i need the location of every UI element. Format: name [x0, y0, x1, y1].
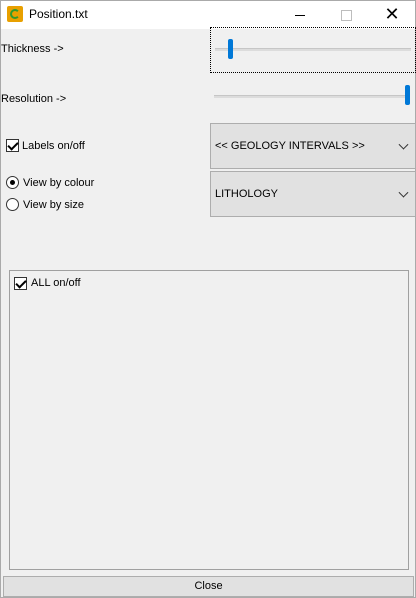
view-by-colour-label: View by colour	[23, 177, 95, 189]
window-title: Position.txt	[29, 7, 88, 21]
view-by-size-radio[interactable]	[6, 198, 19, 211]
resolution-label: Resolution ->	[1, 93, 67, 105]
checkmark-icon	[7, 139, 19, 151]
title-bar: Position.txt ✕	[1, 1, 415, 29]
intervals-dropdown-value: << GEOLOGY INTERVALS >>	[215, 140, 365, 152]
all-checkbox-label: ALL on/off	[31, 277, 81, 289]
interval-list-panel[interactable]: ALL on/off	[9, 270, 409, 570]
chevron-down-icon	[398, 139, 409, 150]
resolution-slider-thumb[interactable]	[405, 85, 410, 105]
app-logo-icon	[7, 6, 23, 22]
resolution-slider-track	[214, 95, 410, 98]
close-window-button[interactable]: ✕	[369, 1, 415, 29]
thickness-slider-track	[215, 48, 411, 51]
app-window: Position.txt ✕ Thickness -> Resolution -…	[0, 0, 416, 598]
labels-checkbox[interactable]	[6, 139, 19, 152]
all-checkbox[interactable]	[14, 277, 27, 290]
resolution-slider[interactable]	[210, 77, 416, 117]
view-by-colour-radio[interactable]	[6, 176, 19, 189]
property-dropdown-value: LITHOLOGY	[215, 188, 278, 200]
thickness-label: Thickness ->	[1, 43, 64, 55]
maximize-button	[323, 1, 369, 29]
thickness-slider[interactable]	[210, 27, 416, 73]
intervals-dropdown[interactable]: << GEOLOGY INTERVALS >>	[210, 123, 416, 169]
property-dropdown[interactable]: LITHOLOGY	[210, 171, 416, 217]
minimize-button[interactable]	[277, 1, 323, 29]
chevron-down-icon	[398, 187, 409, 198]
checkmark-icon	[15, 277, 27, 289]
view-by-size-label: View by size	[23, 199, 84, 211]
radio-selected-dot	[10, 180, 15, 185]
thickness-slider-thumb[interactable]	[228, 39, 234, 59]
labels-checkbox-label: Labels on/off	[22, 140, 85, 152]
close-button[interactable]: Close	[3, 576, 414, 597]
